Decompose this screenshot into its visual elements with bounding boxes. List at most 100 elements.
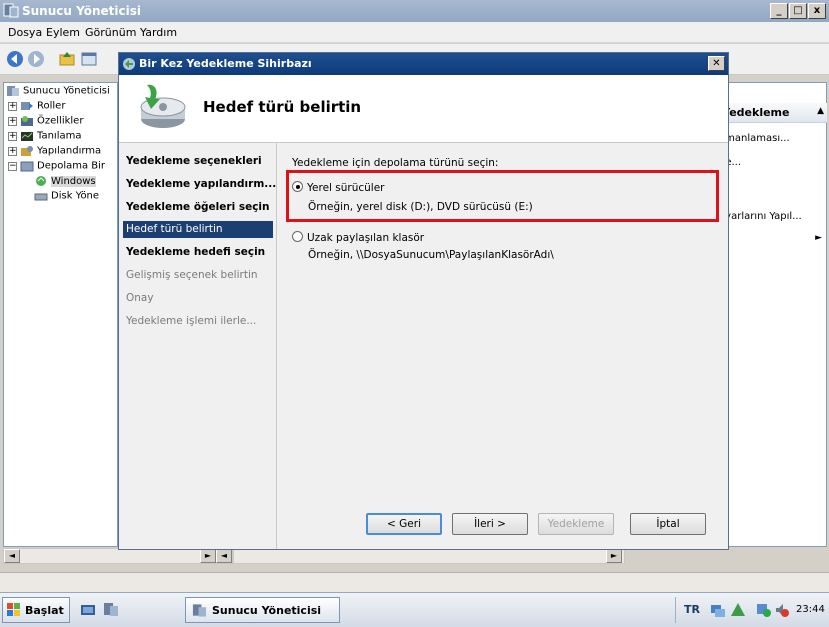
local-drives-description: Örneğin, yerel disk (D:), DVD sürücüsü (… <box>308 201 533 213</box>
cancel-button[interactable]: İptal <box>630 513 706 535</box>
storage-type-prompt: Yedekleme için depolama türünü seçin: <box>292 157 499 169</box>
menu-view[interactable]: Görünüm <box>85 26 136 39</box>
action-configure-link[interactable]: Ayarlarını Yapıl... <box>719 211 802 222</box>
dialog-close-button[interactable]: ✕ <box>708 56 725 71</box>
step-backup-progress: Yedekleme işlemi ilerle... <box>126 315 257 327</box>
step-backup-options[interactable]: Yedekleme seçenekleri <box>123 153 273 170</box>
server-manager-icon <box>192 604 207 617</box>
tree-item-storage[interactable]: − Depolama Bir <box>8 160 105 174</box>
minimize-button[interactable]: _ <box>770 3 788 19</box>
main-title-bar[interactable]: Sunucu Yöneticisi _ □ x <box>0 0 829 22</box>
diagnostics-icon <box>21 132 33 141</box>
clock[interactable]: 23:44 <box>796 604 825 615</box>
step-select-destination[interactable]: Yedekleme hedefi seçin <box>123 244 273 261</box>
tree-item-label: Özellikler <box>37 115 84 127</box>
tree-item-label: Disk Yöne <box>51 190 100 202</box>
status-bar <box>0 572 829 592</box>
tree-item-label: Roller <box>37 100 66 112</box>
features-icon <box>21 116 33 126</box>
dialog-title-bar[interactable]: Bir Kez Yedekleme Sihirbazı ✕ <box>119 53 728 75</box>
taskbar-server-manager-button[interactable]: Sunucu Yöneticisi <box>185 597 340 623</box>
tree-item-diagnostics[interactable]: + Tanılama <box>8 130 81 144</box>
show-desktop-icon[interactable] <box>80 603 96 617</box>
option-remote-shared-folder[interactable]: Uzak paylaşılan klasör <box>292 231 424 244</box>
maximize-button[interactable]: □ <box>789 3 807 19</box>
tree-item-server-manager[interactable]: Sunucu Yöneticisi <box>6 85 110 99</box>
expand-toggle[interactable]: + <box>8 131 17 141</box>
backup-wizard-dialog: Bir Kez Yedekleme Sihirbazı ✕ Hedef türü… <box>118 52 729 550</box>
next-button[interactable]: İleri > <box>452 513 528 535</box>
scroll-right-icon[interactable]: ► <box>200 549 216 563</box>
close-button[interactable]: x <box>808 3 826 19</box>
tree-item-label: Windows <box>51 175 96 187</box>
local-drives-label[interactable]: Yerel sürücüler <box>307 182 385 194</box>
system-tray: TR 23:44 <box>675 597 827 623</box>
remote-folder-label[interactable]: Uzak paylaşılan klasör <box>307 232 424 244</box>
tree-item-label: Depolama Bir <box>37 160 106 172</box>
remote-folder-description: Örneğin, \\DosyaSunucum\PaylaşılanKlasör… <box>308 249 554 261</box>
backup-icon <box>36 176 46 186</box>
tree-item-label: Yapılandırma <box>37 145 102 157</box>
menu-help[interactable]: Yardım <box>140 26 177 39</box>
expand-arrow-icon[interactable]: ► <box>815 233 822 243</box>
expand-toggle[interactable]: + <box>8 101 17 111</box>
backup-disk-icon <box>140 84 186 128</box>
server-manager-icon <box>3 3 19 18</box>
language-indicator[interactable]: TR <box>684 603 700 616</box>
action-center-icon[interactable] <box>730 602 746 618</box>
tree-item-features[interactable]: + Özellikler <box>8 115 83 129</box>
expand-toggle[interactable]: + <box>8 146 17 156</box>
wizard-content: Yedekleme için depolama türünü seçin: Ye… <box>278 143 728 549</box>
scroll-left-icon[interactable]: ◄ <box>4 549 20 563</box>
tree-item-label: Tanılama <box>37 130 82 142</box>
expand-toggle[interactable]: + <box>8 116 17 126</box>
disk-icon <box>34 193 48 201</box>
remote-folder-radio[interactable] <box>292 231 303 242</box>
configuration-icon <box>21 146 33 156</box>
back-arrow-icon[interactable] <box>6 50 24 68</box>
window-title: Sunucu Yöneticisi <box>22 4 141 18</box>
back-button[interactable]: < Geri <box>366 513 442 535</box>
step-backup-configuration[interactable]: Yedekleme yapılandırm... <box>123 176 276 193</box>
step-select-items[interactable]: Yedekleme öğeleri seçin <box>123 199 273 216</box>
tree-item-windows-backup[interactable]: Windows <box>34 175 96 189</box>
collapse-arrow-icon[interactable]: ▲ <box>817 106 824 116</box>
taskbar-task-label: Sunucu Yöneticisi <box>212 604 322 617</box>
tree-item-disk-management[interactable]: Disk Yöne <box>34 190 99 204</box>
action-schedule-link[interactable]: amanlaması... <box>719 133 790 144</box>
menu-action[interactable]: Eylem <box>46 26 80 39</box>
start-button[interactable]: Başlat <box>2 597 70 623</box>
scroll-right-icon[interactable]: ► <box>606 549 622 563</box>
window-controls: _ □ x <box>769 2 826 19</box>
scroll-left-icon[interactable]: ◄ <box>216 549 232 563</box>
content-horizontal-scrollbar[interactable]: ► <box>233 548 625 564</box>
storage-icon <box>20 161 34 172</box>
option-local-drives[interactable]: Yerel sürücüler <box>292 181 385 194</box>
wizard-icon <box>123 58 135 70</box>
collapse-toggle[interactable]: − <box>8 161 17 171</box>
navigation-tree: Sunucu Yöneticisi + Roller + Özellikler + T… <box>3 82 118 547</box>
menu-file[interactable]: Dosya <box>8 26 42 39</box>
step-specify-destination-type[interactable]: Hedef türü belirtin <box>123 221 273 238</box>
server-manager-quicklaunch-icon[interactable] <box>103 602 119 617</box>
console-icon[interactable] <box>80 50 98 68</box>
tree-item-roles[interactable]: + Roller <box>8 100 65 114</box>
security-icon[interactable] <box>756 602 772 618</box>
dialog-heading: Hedef türü belirtin <box>203 98 362 116</box>
roles-icon <box>21 102 33 110</box>
forward-arrow-icon[interactable] <box>27 50 45 68</box>
tree-item-configuration[interactable]: + Yapılandırma <box>8 145 101 159</box>
local-drives-radio[interactable] <box>292 181 303 192</box>
step-advanced-options: Gelişmiş seçenek belirtin <box>126 269 258 281</box>
server-icon <box>7 86 19 96</box>
dialog-title: Bir Kez Yedekleme Sihirbazı <box>139 57 312 70</box>
taskbar: Başlat Sunucu Yöneticisi TR 23:44 <box>0 592 829 627</box>
step-confirmation: Onay <box>126 292 154 304</box>
dialog-header: Hedef türü belirtin <box>119 75 728 143</box>
volume-muted-icon[interactable] <box>774 602 790 618</box>
tree-item-label: Sunucu Yöneticisi <box>23 85 110 97</box>
tree-horizontal-scrollbar[interactable]: ◄ ► ◄ <box>3 548 233 564</box>
network-icon[interactable] <box>710 602 726 618</box>
up-folder-icon[interactable] <box>58 50 76 68</box>
wizard-steps: Yedekleme seçenekleri Yedekleme yapıland… <box>119 143 277 549</box>
